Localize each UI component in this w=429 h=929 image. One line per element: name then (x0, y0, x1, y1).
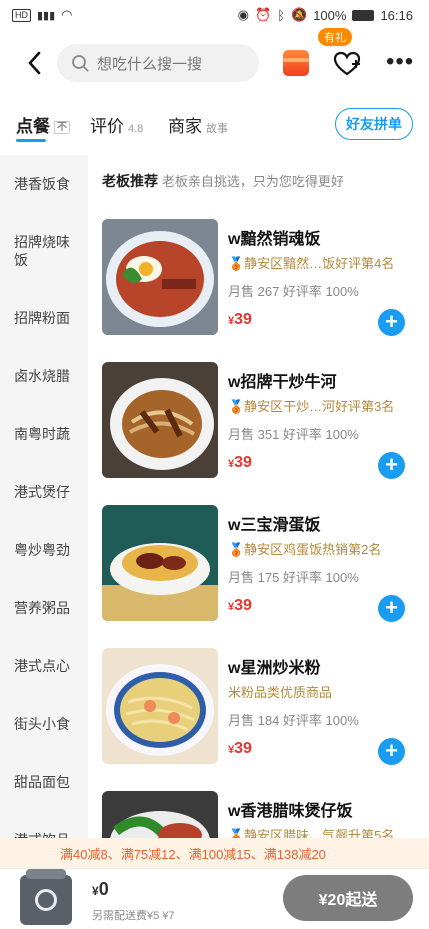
cart-bar: ¥0 另需配送费¥5 ¥7 ¥20起送 (0, 868, 429, 929)
menu-list: 老板推荐 老板亲自挑选，只为您吃得更好 w黯然销魂饭 🥉静安区黯然…饭好评第4名… (88, 155, 429, 855)
dish-image (102, 219, 218, 335)
tab-reviews-label: 评价 (90, 117, 124, 136)
battery-level: 100% (313, 7, 347, 23)
dish-photo-icon (102, 362, 218, 478)
dish-price: ¥39 (228, 311, 252, 329)
section-subtitle: 老板亲自挑选，只为您吃得更好 (161, 174, 344, 189)
dish-stats: 月售 184 好评率 100% (228, 713, 359, 728)
wifi-icon: ◠ (61, 7, 73, 22)
dish-price: ¥39 (228, 740, 252, 758)
dish-name: w三宝滑蛋饭 (228, 517, 321, 534)
price-value: 39 (234, 740, 252, 757)
dish-name: w黯然销魂饭 (228, 231, 321, 248)
dish-rank: 🥉静安区干炒…河好评第3名 (228, 399, 395, 414)
dish-image (102, 505, 218, 621)
clock: 16:16 (380, 7, 413, 23)
price-value: 39 (234, 597, 252, 614)
price-value: 39 (234, 454, 252, 471)
cart-icon[interactable] (20, 869, 72, 925)
category-item[interactable]: 甜品面包 (0, 753, 88, 811)
price-value: 39 (234, 311, 252, 328)
chevron-left-icon (28, 51, 41, 75)
status-bar: HD ▮▮▮ ◠ ◉ ⏰ ᛒ 🔕 100% 16:16 (0, 0, 429, 30)
search-icon (72, 55, 89, 72)
cart-currency: ¥ (92, 884, 99, 898)
battery-icon (352, 9, 375, 21)
top-bar: 想吃什么搜一搜 有礼 ••• (0, 28, 429, 88)
bluetooth-icon: ᛒ (277, 7, 286, 23)
dish-price: ¥39 (228, 597, 252, 615)
hd-icon: HD (12, 8, 31, 22)
dish-stats: 月售 267 好评率 100% (228, 284, 359, 299)
menu-item[interactable]: w三宝滑蛋饭 🥉静安区鸡蛋饭热销第2名 月售 175 好评率 100% ¥39 … (102, 505, 420, 625)
tab-reviews-rating: 4.8 (128, 123, 144, 135)
tab-order-badge: 不 (54, 121, 70, 134)
tab-merchant-label: 商家 (168, 117, 202, 136)
category-item[interactable]: 粤炒粤劲 (0, 521, 88, 579)
alarm-icon: ⏰ (255, 7, 272, 22)
dish-name: w招牌干炒牛河 (228, 374, 337, 391)
menu-item[interactable]: w黯然销魂饭 🥉静安区黯然…饭好评第4名 月售 267 好评率 100% ¥39… (102, 219, 420, 339)
category-item[interactable]: 卤水烧腊 (0, 347, 88, 405)
category-item[interactable]: 南粤时蔬 (0, 405, 88, 463)
dish-rank: 米粉品类优质商品 (228, 685, 333, 700)
search-placeholder: 想吃什么搜一搜 (97, 55, 203, 73)
search-input[interactable]: 想吃什么搜一搜 (57, 44, 259, 82)
more-options-icon[interactable]: ••• (386, 50, 414, 74)
dish-rank: 🥉静安区鸡蛋饭热销第2名 (228, 542, 382, 557)
menu-item[interactable]: w招牌干炒牛河 🥉静安区干炒…河好评第3名 月售 351 好评率 100% ¥3… (102, 362, 420, 482)
back-button[interactable] (20, 49, 48, 77)
eye-icon: ◉ (237, 7, 250, 22)
tab-order-label: 点餐 (16, 117, 50, 136)
dish-price: ¥39 (228, 454, 252, 472)
add-to-cart-button[interactable]: + (378, 738, 405, 765)
dish-image (102, 648, 218, 764)
checkout-button[interactable]: ¥20起送 (283, 875, 413, 921)
add-to-cart-button[interactable]: + (378, 309, 405, 336)
dish-stats: 月售 351 好评率 100% (228, 427, 359, 442)
category-item[interactable]: 港香饭食 (0, 155, 88, 213)
category-item[interactable]: 港式煲仔 (0, 463, 88, 521)
active-tab-indicator (16, 139, 46, 142)
dish-name: w香港腊味煲仔饭 (228, 803, 353, 820)
dish-photo-icon (102, 505, 218, 621)
tab-order[interactable]: 点餐不 (16, 112, 70, 137)
dish-rank: 🥉静安区黯然…饭好评第4名 (228, 256, 395, 271)
category-item[interactable]: 招牌烧味饭 (0, 213, 80, 289)
delivery-fee: 另需配送费¥5 ¥7 (92, 910, 175, 922)
dish-photo-icon (102, 219, 218, 335)
category-item[interactable]: 港式点心 (0, 637, 88, 695)
category-item[interactable]: 营养粥品 (0, 579, 88, 637)
tab-merchant[interactable]: 商家 故事 (168, 112, 228, 137)
add-to-cart-button[interactable]: + (378, 452, 405, 479)
signal-icon: ▮▮▮ (37, 9, 56, 22)
red-envelope-icon[interactable] (283, 50, 309, 76)
gift-badge: 有礼 (318, 28, 352, 46)
category-item[interactable]: 街头小食 (0, 695, 88, 753)
tab-bar: 点餐不 评价 4.8 商家 故事 好友拼单 (0, 104, 429, 144)
section-title: 老板推荐 (102, 173, 158, 189)
menu-item[interactable]: w星洲炒米粉 米粉品类优质商品 月售 184 好评率 100% ¥39 + (102, 648, 420, 768)
section-header: 老板推荐 老板亲自挑选，只为您吃得更好 (102, 171, 344, 191)
group-order-button[interactable]: 好友拼单 (335, 108, 413, 140)
category-item[interactable]: 招牌粉面 (0, 289, 88, 347)
cart-total: ¥0 (92, 879, 109, 900)
category-sidebar: 港香饭食 招牌烧味饭 招牌粉面 卤水烧腊 南粤时蔬 港式煲仔 粤炒粤劲 营养粥品… (0, 155, 88, 855)
dish-stats: 月售 175 好评率 100% (228, 570, 359, 585)
add-to-cart-button[interactable]: + (378, 595, 405, 622)
tab-reviews[interactable]: 评价 4.8 (90, 112, 143, 137)
discount-banner: 满40减8、满75减12、满100减15、满138减20 (0, 838, 429, 868)
cart-total-value: 0 (98, 879, 109, 899)
dish-photo-icon (102, 648, 218, 764)
favorite-icon[interactable] (333, 50, 361, 78)
mute-icon: 🔕 (291, 7, 308, 22)
dish-name: w星洲炒米粉 (228, 660, 321, 677)
tab-merchant-sub: 故事 (206, 123, 228, 135)
dish-image (102, 362, 218, 478)
